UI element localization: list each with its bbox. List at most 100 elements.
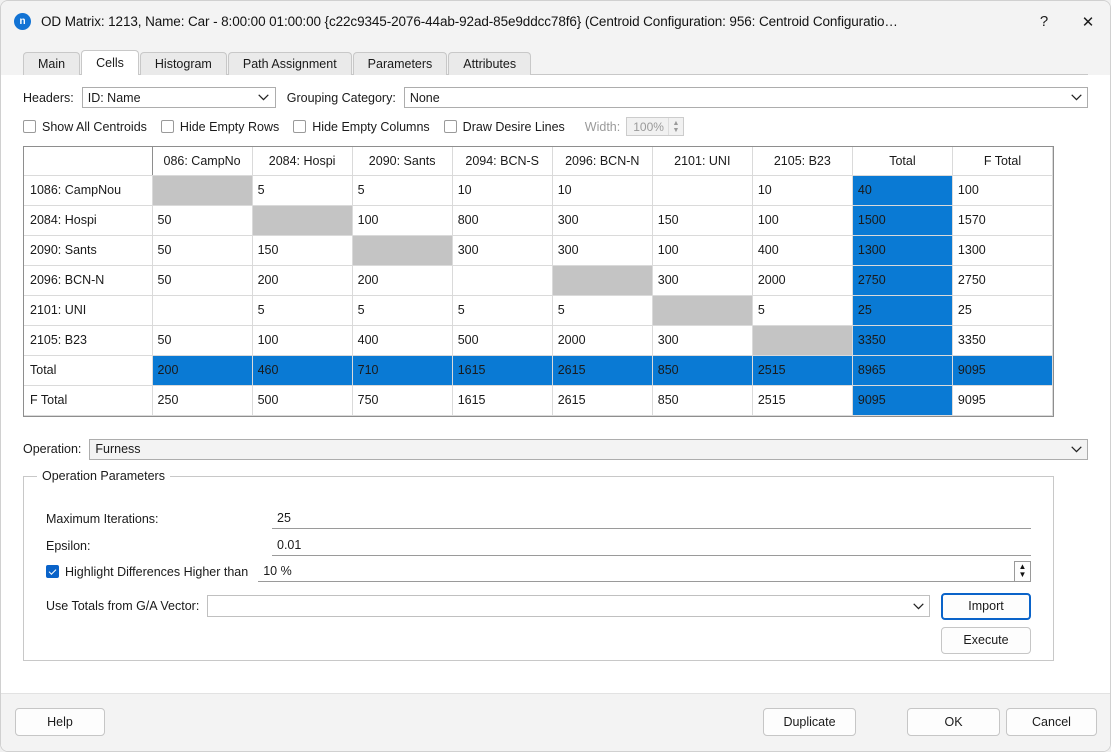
column-header[interactable]: 2090: Sants bbox=[352, 147, 452, 175]
table-cell[interactable]: 750 bbox=[352, 385, 452, 415]
checkbox-box[interactable] bbox=[23, 120, 36, 133]
table-cell[interactable]: 800 bbox=[452, 205, 552, 235]
table-cell[interactable]: 25 bbox=[952, 295, 1052, 325]
row-header[interactable]: Total bbox=[24, 355, 152, 385]
table-cell[interactable]: 250 bbox=[152, 385, 252, 415]
table-cell[interactable]: 150 bbox=[652, 205, 752, 235]
row-header[interactable]: 2084: Hospi bbox=[24, 205, 152, 235]
checkbox-show-all-centroids[interactable]: Show All Centroids bbox=[23, 120, 147, 134]
table-cell[interactable] bbox=[652, 175, 752, 205]
tab-histogram[interactable]: Histogram bbox=[140, 52, 227, 75]
operation-select[interactable]: Furness bbox=[89, 439, 1088, 460]
highlight-threshold-stepper[interactable]: 10 % ▲▼ bbox=[258, 562, 1031, 582]
close-icon[interactable]: ✕ bbox=[1066, 1, 1110, 42]
table-cell[interactable]: 5 bbox=[452, 295, 552, 325]
table-cell[interactable]: 300 bbox=[652, 325, 752, 355]
row-header[interactable]: 2096: BCN-N bbox=[24, 265, 152, 295]
table-cell[interactable]: 50 bbox=[152, 265, 252, 295]
table-cell[interactable]: 9095 bbox=[952, 385, 1052, 415]
highlight-differences-checkbox[interactable] bbox=[46, 565, 59, 578]
table-cell[interactable]: 5 bbox=[752, 295, 852, 325]
table-cell[interactable]: 1570 bbox=[952, 205, 1052, 235]
checkbox-draw-desire-lines[interactable]: Draw Desire Lines bbox=[444, 120, 565, 134]
column-header[interactable]: F Total bbox=[952, 147, 1052, 175]
ok-button[interactable]: OK bbox=[907, 708, 1000, 736]
column-header[interactable]: 2094: BCN-S bbox=[452, 147, 552, 175]
max-iterations-input[interactable]: 25 bbox=[272, 509, 1031, 529]
table-cell[interactable]: 50 bbox=[152, 325, 252, 355]
table-cell[interactable] bbox=[252, 205, 352, 235]
tab-cells[interactable]: Cells bbox=[81, 50, 139, 75]
checkbox-hide-empty-columns[interactable]: Hide Empty Columns bbox=[293, 120, 429, 134]
table-cell[interactable]: 8965 bbox=[852, 355, 952, 385]
table-cell[interactable]: 100 bbox=[352, 205, 452, 235]
table-cell[interactable]: 1615 bbox=[452, 355, 552, 385]
od-matrix-table[interactable]: 086: CampNo2084: Hospi2090: Sants2094: B… bbox=[23, 146, 1054, 417]
row-header[interactable]: 2101: UNI bbox=[24, 295, 152, 325]
table-cell[interactable]: 300 bbox=[552, 235, 652, 265]
checkbox-hide-empty-rows[interactable]: Hide Empty Rows bbox=[161, 120, 279, 134]
column-header[interactable]: 086: CampNo bbox=[152, 147, 252, 175]
help-titlebar-button[interactable]: ? bbox=[1022, 1, 1066, 42]
table-cell[interactable]: 1500 bbox=[852, 205, 952, 235]
execute-button[interactable]: Execute bbox=[941, 627, 1031, 654]
table-cell[interactable]: 300 bbox=[452, 235, 552, 265]
headers-select[interactable]: ID: Name bbox=[82, 87, 276, 108]
table-cell[interactable]: 710 bbox=[352, 355, 452, 385]
table-cell[interactable]: 100 bbox=[952, 175, 1052, 205]
table-cell[interactable]: 400 bbox=[352, 325, 452, 355]
table-cell[interactable]: 500 bbox=[252, 385, 352, 415]
table-cell[interactable]: 5 bbox=[352, 295, 452, 325]
table-cell[interactable] bbox=[752, 325, 852, 355]
row-header[interactable]: 2105: B23 bbox=[24, 325, 152, 355]
table-cell[interactable]: 2000 bbox=[552, 325, 652, 355]
column-header[interactable]: 2096: BCN-N bbox=[552, 147, 652, 175]
table-cell[interactable] bbox=[352, 235, 452, 265]
column-header[interactable]: 2084: Hospi bbox=[252, 147, 352, 175]
table-cell[interactable] bbox=[452, 265, 552, 295]
table-cell[interactable]: 150 bbox=[252, 235, 352, 265]
checkbox-box[interactable] bbox=[161, 120, 174, 133]
stepper-arrows-icon[interactable]: ▲▼ bbox=[1014, 561, 1031, 582]
table-cell[interactable]: 850 bbox=[652, 355, 752, 385]
table-cell[interactable]: 3350 bbox=[952, 325, 1052, 355]
table-cell[interactable]: 200 bbox=[252, 265, 352, 295]
table-cell[interactable]: 2515 bbox=[752, 385, 852, 415]
table-cell[interactable]: 2615 bbox=[552, 385, 652, 415]
epsilon-input[interactable]: 0.01 bbox=[272, 536, 1031, 556]
table-cell[interactable]: 1300 bbox=[852, 235, 952, 265]
table-cell[interactable]: 5 bbox=[252, 175, 352, 205]
table-cell[interactable] bbox=[152, 175, 252, 205]
table-cell[interactable]: 500 bbox=[452, 325, 552, 355]
column-header[interactable]: 2101: UNI bbox=[652, 147, 752, 175]
table-cell[interactable]: 2750 bbox=[952, 265, 1052, 295]
table-cell[interactable]: 5 bbox=[552, 295, 652, 325]
table-cell[interactable]: 1300 bbox=[952, 235, 1052, 265]
import-button[interactable]: Import bbox=[941, 593, 1031, 620]
table-cell[interactable]: 5 bbox=[352, 175, 452, 205]
row-header[interactable]: F Total bbox=[24, 385, 152, 415]
table-cell[interactable]: 2615 bbox=[552, 355, 652, 385]
tab-attributes[interactable]: Attributes bbox=[448, 52, 531, 75]
table-cell[interactable]: 50 bbox=[152, 205, 252, 235]
table-cell[interactable]: 400 bbox=[752, 235, 852, 265]
checkbox-box[interactable] bbox=[444, 120, 457, 133]
table-cell[interactable]: 9095 bbox=[952, 355, 1052, 385]
row-header[interactable]: 2090: Sants bbox=[24, 235, 152, 265]
duplicate-button[interactable]: Duplicate bbox=[763, 708, 856, 736]
table-cell[interactable]: 100 bbox=[252, 325, 352, 355]
column-header[interactable]: Total bbox=[852, 147, 952, 175]
ga-vector-select[interactable] bbox=[207, 595, 930, 617]
table-cell[interactable]: 3350 bbox=[852, 325, 952, 355]
table-cell[interactable]: 5 bbox=[252, 295, 352, 325]
table-cell[interactable]: 9095 bbox=[852, 385, 952, 415]
table-cell[interactable] bbox=[652, 295, 752, 325]
table-cell[interactable]: 200 bbox=[352, 265, 452, 295]
cancel-button[interactable]: Cancel bbox=[1006, 708, 1097, 736]
table-cell[interactable]: 40 bbox=[852, 175, 952, 205]
help-button[interactable]: Help bbox=[15, 708, 105, 736]
row-header[interactable]: 1086: CampNou bbox=[24, 175, 152, 205]
grouping-category-select[interactable]: None bbox=[404, 87, 1088, 108]
table-cell[interactable]: 2515 bbox=[752, 355, 852, 385]
table-cell[interactable]: 850 bbox=[652, 385, 752, 415]
